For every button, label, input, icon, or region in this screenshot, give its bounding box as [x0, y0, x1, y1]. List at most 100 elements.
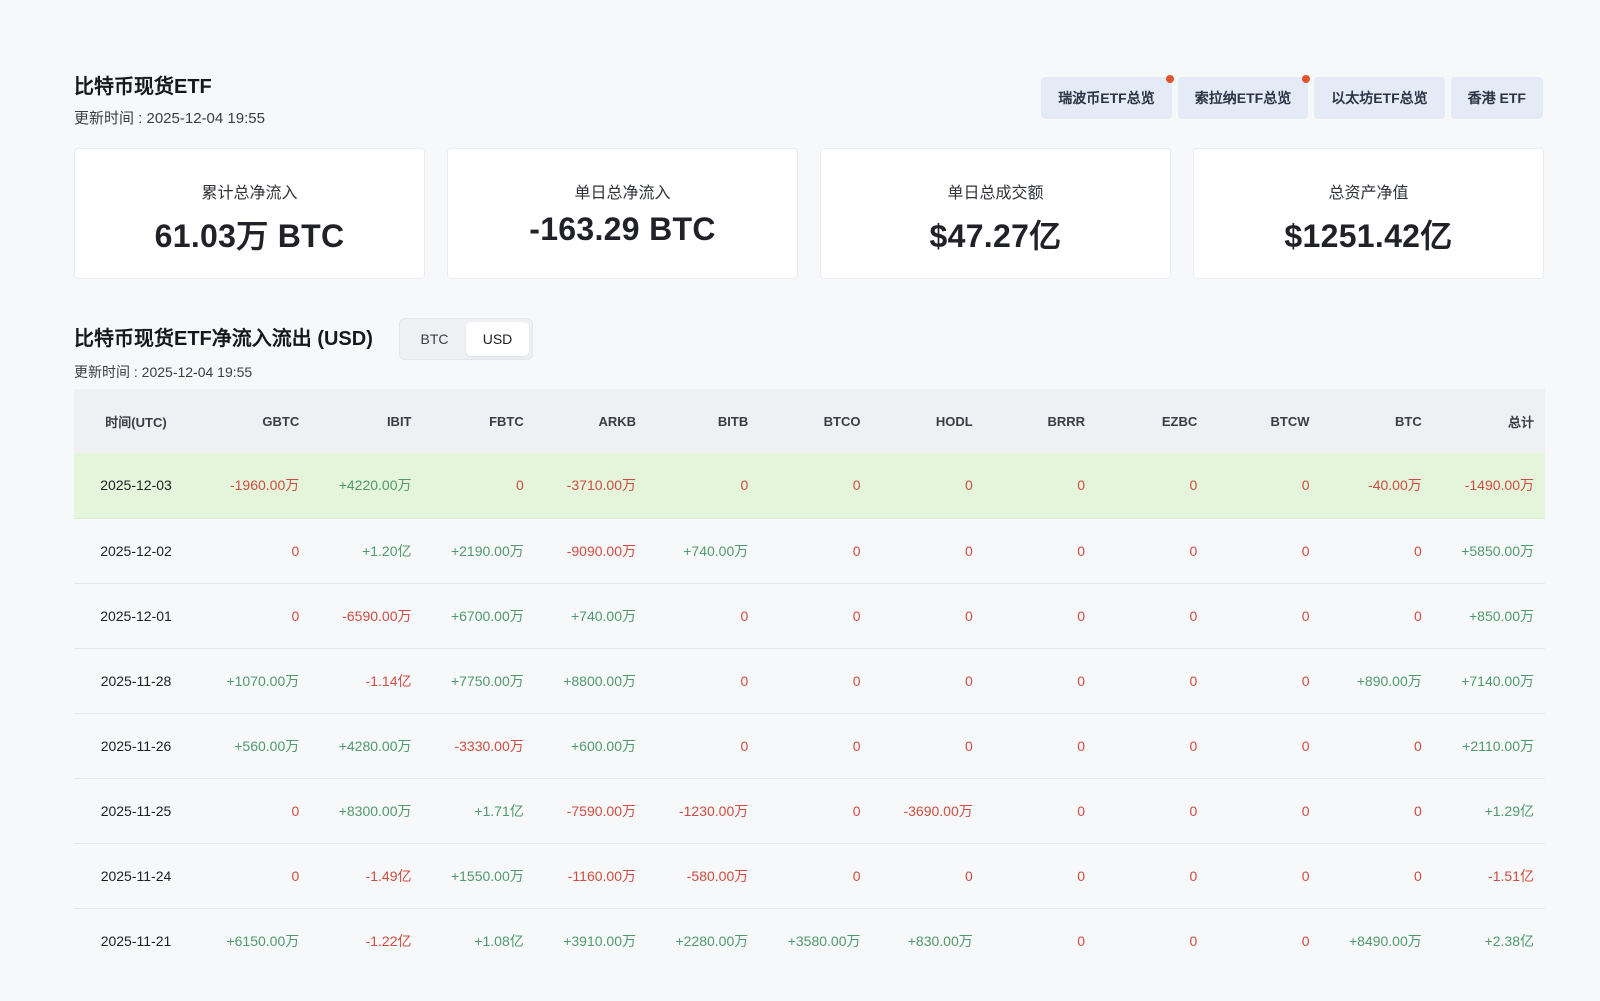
flow-cell: -3710.00万 — [534, 453, 647, 519]
table-row: 2025-11-26 +560.00万 +4280.00万 -3330.00万 +600… — [74, 713, 1545, 779]
update-time: 更新时间 : 2025-12-04 19:55 — [74, 110, 265, 127]
flow-cell: -7590.00万 — [534, 778, 647, 844]
card-value: $1251.42亿 — [1284, 218, 1453, 254]
flow-cell: 0 — [871, 453, 984, 519]
flow-cell: 0 — [759, 518, 872, 584]
flow-cell: 0 — [1096, 778, 1209, 844]
flow-cell: 0 — [1208, 778, 1321, 844]
card-value: 61.03万 BTC — [154, 218, 345, 254]
flow-cell: 0 — [759, 583, 872, 649]
flow-cell: 0 — [1208, 648, 1321, 714]
flow-cell: 0 — [647, 648, 760, 714]
column-header: GBTC — [198, 389, 311, 453]
card-label: 总资产净值 — [1328, 185, 1409, 202]
nav-tab-xrp-etf[interactable]: 瑞波币ETF总览 — [1041, 75, 1174, 119]
flow-cell: +6150.00万 — [226, 932, 300, 949]
flow-cell: +830.00万 — [907, 932, 973, 949]
card-value: $47.27亿 — [929, 218, 1062, 254]
flows-section-title: 比特币现货ETF净流入流出 (USD) — [74, 328, 373, 350]
table-row: 2025-11-21 +6150.00万 -1.22亿 +1.08亿 +3910.00万… — [74, 908, 1545, 973]
etf-nav-tabs: 瑞波币ETF总览 索拉纳ETF总览 以太坊ETF总览 香港 ETF — [1041, 75, 1543, 119]
flow-cell: 0 — [983, 648, 1096, 714]
table-row: 2025-12-01 0 -6590.00万 +6700.00万 +740.00万 0 0 0… — [74, 583, 1545, 649]
flow-cell: 0 — [1320, 583, 1433, 649]
flow-cell: 0 — [983, 713, 1096, 779]
card-total-net-assets: 总资产净值 $1251.42亿 — [1193, 148, 1544, 279]
flow-cell: -1490.00万 — [1432, 453, 1545, 519]
flow-cell: 0 — [871, 583, 984, 649]
flow-cell: 0 — [1301, 932, 1310, 949]
flow-cell: -6590.00万 — [310, 583, 423, 649]
nav-tab-label: 香港 ETF — [1467, 90, 1526, 106]
flows-table: 时间(UTC) GBTC IBIT FBTC ARKB BITB BTCO HODL BRRR E… — [74, 389, 1545, 973]
column-header: BTCO — [759, 389, 872, 453]
nav-tab-eth-etf[interactable]: 以太坊ETF总览 — [1314, 77, 1445, 119]
column-header: HODL — [871, 389, 984, 453]
column-header: 总计 — [1432, 389, 1545, 453]
flow-cell: +2110.00万 — [1432, 713, 1545, 779]
flow-cell: 0 — [1208, 583, 1321, 649]
nav-tab-hk-etf[interactable]: 香港 ETF — [1450, 77, 1543, 119]
flow-cell: 0 — [1320, 843, 1433, 909]
table-body: 2025-12-03 -1960.00万 +4220.00万 0 -3710.00万 0 0… — [74, 453, 1545, 973]
flow-cell: 0 — [1096, 713, 1209, 779]
flow-cell: +560.00万 — [198, 713, 311, 779]
flow-cell: 0 — [1077, 932, 1085, 949]
flow-cell: +8490.00万 — [1348, 932, 1422, 949]
flow-cell: +850.00万 — [1432, 583, 1545, 649]
card-daily-net-inflow: 单日总净流入 -163.29 BTC — [447, 148, 798, 279]
card-cumulative-net-inflow: 累计总净流入 61.03万 BTC — [74, 148, 425, 279]
date-cell: 2025-11-21 — [100, 932, 172, 949]
flow-cell: +2280.00万 — [675, 932, 749, 949]
nav-tab-sol-etf[interactable]: 索拉纳ETF总览 — [1177, 75, 1311, 119]
flow-cell: 0 — [983, 583, 1096, 649]
table-row: 2025-11-25 0 +8300.00万 +1.71亿 -7590.00万 -1230… — [74, 778, 1545, 844]
column-header: EZBC — [1096, 389, 1209, 453]
flow-cell: +3580.00万 — [787, 932, 861, 949]
date-cell: 2025-11-25 — [74, 778, 198, 844]
flow-cell: 0 — [422, 453, 535, 519]
column-header: BTCW — [1208, 389, 1321, 453]
flow-cell: 0 — [1096, 648, 1209, 714]
table-header-row: 时间(UTC) GBTC IBIT FBTC ARKB BITB BTCO HODL BRRR E… — [74, 389, 1545, 453]
flow-cell: 0 — [647, 453, 760, 519]
flow-cell: +1550.00万 — [422, 843, 535, 909]
flow-cell: 0 — [1096, 583, 1209, 649]
flow-cell: 0 — [1096, 518, 1209, 584]
flow-cell: +1.29亿 — [1432, 778, 1545, 844]
flow-cell: 0 — [759, 778, 872, 844]
nav-tab-label: 瑞波币ETF总览 — [1058, 90, 1155, 106]
toggle-usd[interactable]: USD — [466, 322, 529, 356]
date-cell: 2025-12-01 — [74, 583, 198, 649]
flow-cell: 0 — [983, 518, 1096, 584]
flow-cell: 0 — [983, 453, 1096, 519]
flow-cell: +4220.00万 — [310, 453, 423, 519]
flow-cell: -3690.00万 — [871, 778, 984, 844]
flow-cell: +8300.00万 — [310, 778, 423, 844]
flow-cell: -580.00万 — [647, 843, 760, 909]
flow-cell: 0 — [871, 518, 984, 584]
toggle-btc[interactable]: BTC — [403, 322, 466, 356]
flow-cell: 0 — [983, 843, 1096, 909]
table-row: 2025-11-24 0 -1.49亿 +1550.00万 -1160.00万 -580.… — [74, 843, 1545, 909]
notification-dot — [1165, 75, 1174, 83]
flow-cell: 0 — [759, 713, 872, 779]
date-cell: 2025-11-28 — [74, 648, 198, 714]
flow-cell: 0 — [1096, 843, 1209, 909]
flows-update-time: 更新时间 : 2025-12-04 19:55 — [74, 364, 253, 380]
card-daily-volume: 单日总成交额 $47.27亿 — [820, 148, 1171, 279]
flow-cell: 0 — [759, 648, 872, 714]
flow-cell: 0 — [871, 843, 984, 909]
flow-cell: -1.14亿 — [310, 648, 423, 714]
flow-cell: +7140.00万 — [1432, 648, 1545, 714]
flow-cell: +7750.00万 — [422, 648, 535, 714]
page-title: 比特币现货ETF — [74, 76, 212, 98]
flow-cell: +600.00万 — [534, 713, 647, 779]
flow-cell: 0 — [1208, 843, 1321, 909]
flow-cell: -1.22亿 — [365, 932, 412, 949]
nav-tab-label: 索拉纳ETF总览 — [1194, 90, 1292, 106]
flow-cell: 0 — [871, 713, 984, 779]
flow-cell: 0 — [871, 648, 984, 714]
flow-cell: 0 — [1208, 713, 1321, 779]
flow-cell: 0 — [1208, 453, 1321, 519]
